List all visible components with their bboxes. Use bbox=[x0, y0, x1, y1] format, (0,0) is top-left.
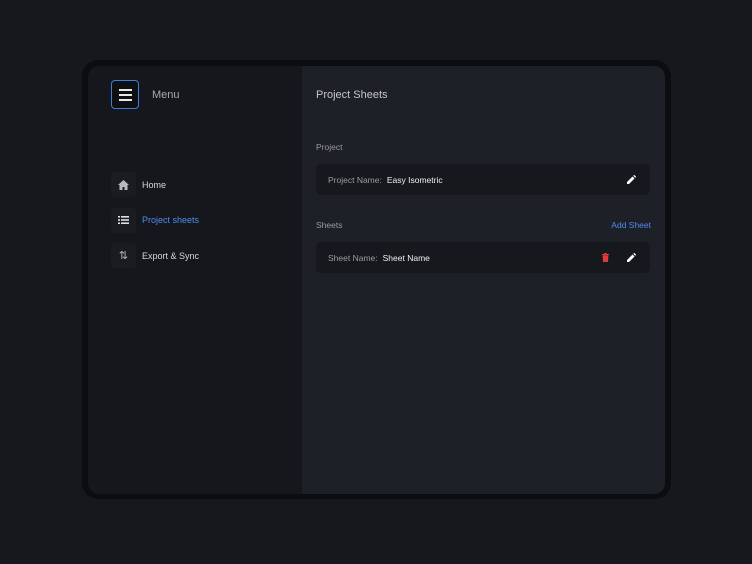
sheet-row: Sheet Name: Sheet Name bbox=[316, 242, 650, 273]
list-icon bbox=[111, 207, 136, 233]
sidebar-item-home[interactable]: Home bbox=[111, 172, 199, 197]
trash-icon bbox=[601, 252, 609, 262]
project-name-value: Easy Isometric bbox=[386, 174, 443, 185]
sidebar-nav: Home Project sheets ⇅ Export & Sync bbox=[111, 172, 199, 279]
pencil-icon bbox=[626, 252, 636, 262]
project-name-label: Project Name: bbox=[328, 174, 382, 185]
edit-sheet-button[interactable] bbox=[624, 250, 638, 264]
sidebar-item-label: Home bbox=[142, 179, 167, 190]
pencil-icon bbox=[626, 174, 636, 184]
sheet-name-value: Sheet Name bbox=[382, 252, 430, 263]
delete-sheet-button[interactable] bbox=[598, 250, 612, 264]
sheet-name-label: Sheet Name: bbox=[328, 252, 378, 263]
hamburger-line bbox=[118, 98, 132, 101]
hamburger-line bbox=[118, 93, 132, 96]
hamburger-icon bbox=[118, 88, 132, 91]
app-window: Menu Home Project sheets ⇅ Export & Sync… bbox=[88, 66, 665, 494]
sidebar-item-label: Export & Sync bbox=[142, 250, 200, 261]
menu-label: Menu bbox=[152, 89, 180, 101]
project-section-label: Project bbox=[316, 142, 343, 152]
edit-project-button[interactable] bbox=[624, 172, 638, 186]
main-content: Project Sheets Project Project Name: Eas… bbox=[302, 66, 665, 494]
home-icon bbox=[111, 172, 136, 197]
sidebar-item-export-sync[interactable]: ⇅ Export & Sync bbox=[111, 243, 199, 268]
add-sheet-button[interactable]: Add Sheet bbox=[611, 220, 651, 230]
sidebar-item-label: Project sheets bbox=[142, 215, 200, 225]
sheets-section-label: Sheets bbox=[316, 220, 343, 230]
sidebar-item-project-sheets[interactable]: Project sheets bbox=[111, 207, 200, 233]
sidebar: Menu Home Project sheets ⇅ Export & Sync bbox=[88, 66, 302, 494]
project-name-card: Project Name: Easy Isometric bbox=[316, 164, 650, 195]
menu-button[interactable] bbox=[111, 80, 139, 109]
sort-arrows-icon: ⇅ bbox=[111, 243, 136, 268]
page-title: Project Sheets bbox=[316, 89, 388, 101]
